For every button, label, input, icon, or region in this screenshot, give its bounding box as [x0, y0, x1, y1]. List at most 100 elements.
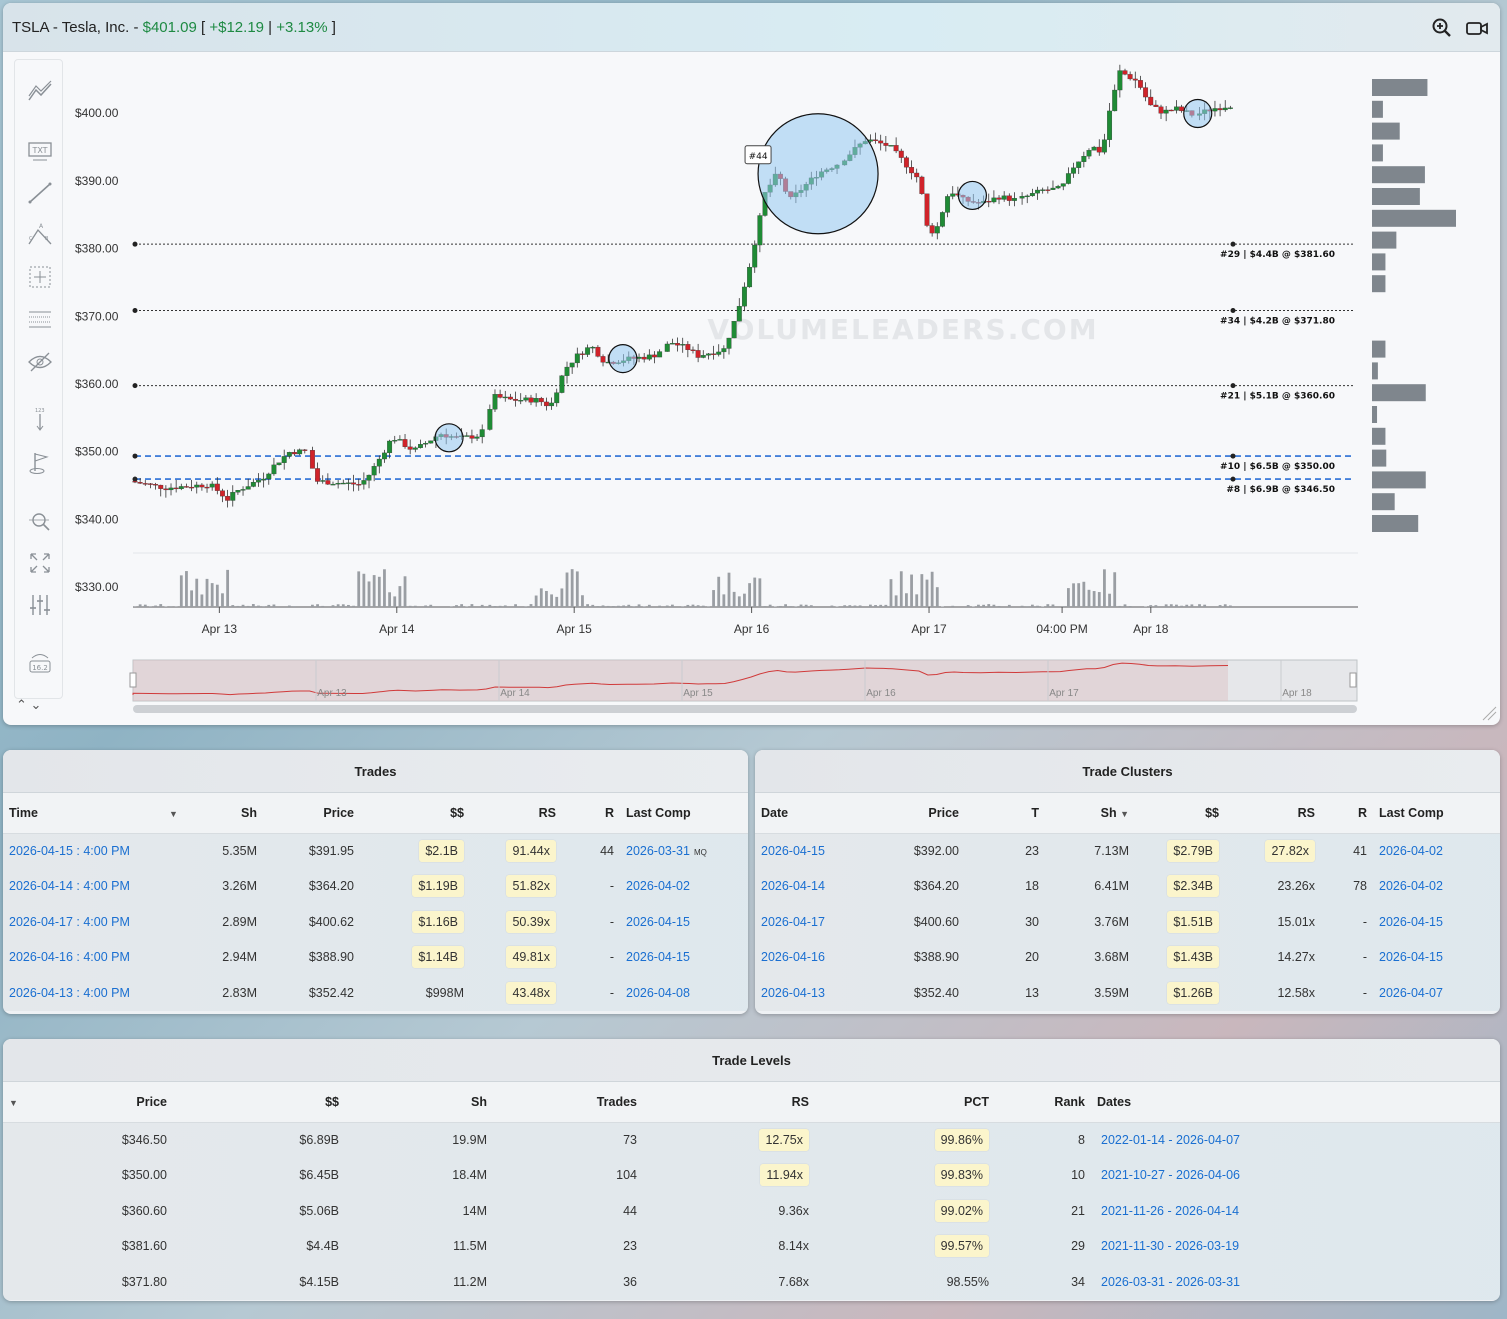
trend-lines-icon[interactable] — [27, 80, 53, 106]
col-r[interactable]: R — [562, 793, 620, 834]
trade-time-link[interactable]: 2026-04-17 : 4:00 PM — [3, 904, 203, 940]
col-time[interactable]: Time — [3, 793, 163, 834]
col-t[interactable]: T — [965, 793, 1045, 834]
adjust-icon[interactable] — [27, 592, 53, 618]
counter-icon[interactable]: 16.2 — [27, 650, 53, 676]
trade-time-link[interactable]: 2026-04-13 : 4:00 PM — [3, 975, 203, 1011]
resize-handle-icon[interactable] — [1481, 705, 1497, 724]
navigator-handle-left[interactable] — [129, 672, 137, 688]
cluster-rs: 27.82x — [1225, 833, 1321, 869]
video-camera-icon[interactable] — [1465, 17, 1488, 39]
level-dates-link[interactable]: 2022-01-14 - 2026-04-07 — [1091, 1122, 1500, 1158]
abc-pattern-icon[interactable]: AC B — [27, 222, 53, 248]
cluster-date-link[interactable]: 2026-04-14 — [755, 869, 885, 905]
cluster-date-link[interactable]: 2026-04-17 — [755, 904, 885, 940]
col-date[interactable]: Date — [755, 793, 885, 834]
last-comp-link[interactable]: 2026-03-31 — [626, 844, 690, 858]
volume-bar — [982, 604, 985, 607]
volume-profile-bar — [1372, 471, 1426, 489]
last-comp-link[interactable]: 2026-04-15 — [1373, 904, 1500, 940]
level-dates-link[interactable]: 2021-11-26 - 2026-04-14 — [1091, 1193, 1500, 1229]
table-row[interactable]: 2026-04-17 $400.60 30 3.76M $1.51B 15.01x -202… — [755, 904, 1500, 940]
cluster-date-link[interactable]: 2026-04-16 — [755, 940, 885, 976]
col-trades[interactable]: Trades — [493, 1082, 643, 1123]
col-dates[interactable]: Dates — [1091, 1082, 1500, 1123]
last-comp-link[interactable]: 2026-04-08 — [626, 986, 690, 1000]
last-comp-link[interactable]: 2026-04-02 — [626, 879, 690, 893]
col-rank[interactable]: Rank — [995, 1082, 1091, 1123]
col-rs[interactable]: RS — [470, 793, 562, 834]
table-row[interactable]: 2026-04-15 : 4:00 PM 5.35M $391.95 $2.1B 91.… — [3, 833, 748, 869]
table-row[interactable]: 2026-04-16 : 4:00 PM 2.94M $388.90 $1.14B 49… — [3, 939, 748, 976]
toolbar-scroll-arrows-icon[interactable]: ⌃ ⌄ — [16, 697, 41, 713]
fibonacci-icon[interactable] — [27, 307, 53, 333]
trade-time-link[interactable]: 2026-04-16 : 4:00 PM — [3, 940, 203, 976]
level-dates-link[interactable]: 2021-11-30 - 2026-03-19 — [1091, 1229, 1500, 1265]
table-row[interactable]: 2026-04-15 $392.00 23 7.13M $2.79B 27.82x 41 20… — [755, 833, 1500, 869]
crosshair-box-icon[interactable] — [27, 264, 53, 290]
last-comp-link[interactable]: 2026-04-02 — [1373, 869, 1500, 905]
level-dates-link[interactable]: 2021-10-27 - 2026-04-06 — [1091, 1158, 1500, 1194]
volume-bar — [149, 606, 152, 607]
zoom-magnifier-icon[interactable] — [27, 508, 53, 534]
table-row[interactable]: 2026-04-13 : 4:00 PM 2.83M $352.42 $998M 43.… — [3, 975, 748, 1011]
col-last-comp[interactable]: Last Comp — [1373, 793, 1500, 834]
text-icon[interactable]: TXT — [27, 138, 53, 164]
col-dollars[interactable]: $$ — [360, 793, 470, 834]
col-sh[interactable]: Sh — [203, 793, 263, 834]
level-price: $371.80 — [121, 1274, 167, 1289]
trade-last-comp[interactable]: 2026-04-15 — [620, 904, 748, 940]
trade-last-comp[interactable]: 2026-03-31 MQ — [620, 833, 748, 869]
table-row[interactable]: 2026-04-16 $388.90 20 3.68M $1.43B 14.27x -202… — [755, 939, 1500, 976]
trade-time-link[interactable]: 2026-04-14 : 4:00 PM — [3, 869, 203, 905]
trade-last-comp[interactable]: 2026-04-15 — [620, 940, 748, 976]
level-dates-link[interactable]: 2026-03-31 - 2026-03-31 — [1091, 1264, 1500, 1300]
price-chart[interactable]: $400.00 $390.00 $380.00 $370.00 $360.00 $350.… — [63, 53, 1493, 725]
last-comp-link[interactable]: 2026-04-15 — [626, 950, 690, 964]
last-comp-link[interactable]: 2026-04-15 — [1373, 940, 1500, 976]
col-dollars[interactable]: $$ — [173, 1082, 345, 1123]
volume-bar — [524, 606, 528, 607]
last-comp-link[interactable]: 2026-04-15 — [626, 915, 690, 929]
trade-last-comp[interactable]: 2026-04-08 — [620, 975, 748, 1011]
table-row[interactable]: $346.50 $6.89B 19.9M 73 12.75x 99.86% 8 2022-01… — [3, 1122, 1500, 1158]
col-rs[interactable]: RS — [643, 1082, 815, 1123]
candle-down — [1148, 96, 1154, 106]
last-comp-link[interactable]: 2026-04-02 — [1373, 833, 1500, 869]
fullscreen-icon[interactable] — [27, 550, 53, 576]
col-rs[interactable]: RS — [1225, 793, 1321, 834]
table-row[interactable]: $371.80 $4.15B 11.2M 36 7.68x 98.55% 34 2026-03… — [3, 1264, 1500, 1300]
line-icon[interactable] — [27, 180, 53, 206]
col-price[interactable]: Price — [63, 1082, 173, 1123]
col-sh[interactable]: Sh — [345, 1082, 493, 1123]
sort-desc-icon[interactable]: ▼ — [1120, 809, 1129, 819]
cluster-date-link[interactable]: 2026-04-13 — [755, 975, 885, 1011]
cluster-date-link[interactable]: 2026-04-15 — [755, 833, 885, 869]
table-row[interactable]: $381.60 $4.4B 11.5M 23 8.14x 99.57% 29 2021-11-… — [3, 1228, 1500, 1265]
sort-desc-icon[interactable]: ▼ — [163, 793, 203, 834]
last-comp-link[interactable]: 2026-04-07 — [1373, 975, 1500, 1011]
table-row[interactable]: 2026-04-14 $364.20 18 6.41M $2.34B 23.26x 78 20… — [755, 868, 1500, 905]
trade-last-comp[interactable]: 2026-04-02 — [620, 869, 748, 905]
table-row[interactable]: $350.00 $6.45B 18.4M 104 11.94x 99.83% 10 2021-… — [3, 1157, 1500, 1194]
cluster-price: $352.40 — [913, 985, 959, 1000]
table-row[interactable]: 2026-04-13 $352.40 13 3.59M $1.26B 12.58x -202… — [755, 975, 1500, 1011]
navigator-scrollbar[interactable] — [133, 705, 1357, 713]
sort-desc-icon[interactable]: ▼ — [3, 1082, 63, 1123]
zoom-in-icon[interactable] — [1431, 17, 1453, 39]
table-row[interactable]: 2026-04-14 : 4:00 PM 3.26M $364.20 $1.19B 51… — [3, 868, 748, 905]
col-sh[interactable]: Sh ▼ — [1045, 793, 1135, 834]
measure-icon[interactable]: 123 — [27, 406, 53, 432]
navigator-handle-right[interactable] — [1349, 672, 1357, 688]
trade-time-link[interactable]: 2026-04-15 : 4:00 PM — [3, 833, 203, 869]
col-price[interactable]: Price — [263, 793, 360, 834]
table-row[interactable]: $360.60 $5.06B 14M 44 9.36x 99.02% 21 2021-11-2… — [3, 1193, 1500, 1229]
col-dollars[interactable]: $$ — [1135, 793, 1225, 834]
col-last-comp[interactable]: Last Comp — [620, 793, 748, 834]
hide-eye-icon[interactable] — [27, 349, 53, 375]
col-r[interactable]: R — [1321, 793, 1373, 834]
col-pct[interactable]: PCT — [815, 1082, 995, 1123]
col-price[interactable]: Price — [885, 793, 965, 834]
table-row[interactable]: 2026-04-17 : 4:00 PM 2.89M $400.62 $1.16B 50… — [3, 904, 748, 940]
flag-icon[interactable] — [27, 450, 53, 476]
